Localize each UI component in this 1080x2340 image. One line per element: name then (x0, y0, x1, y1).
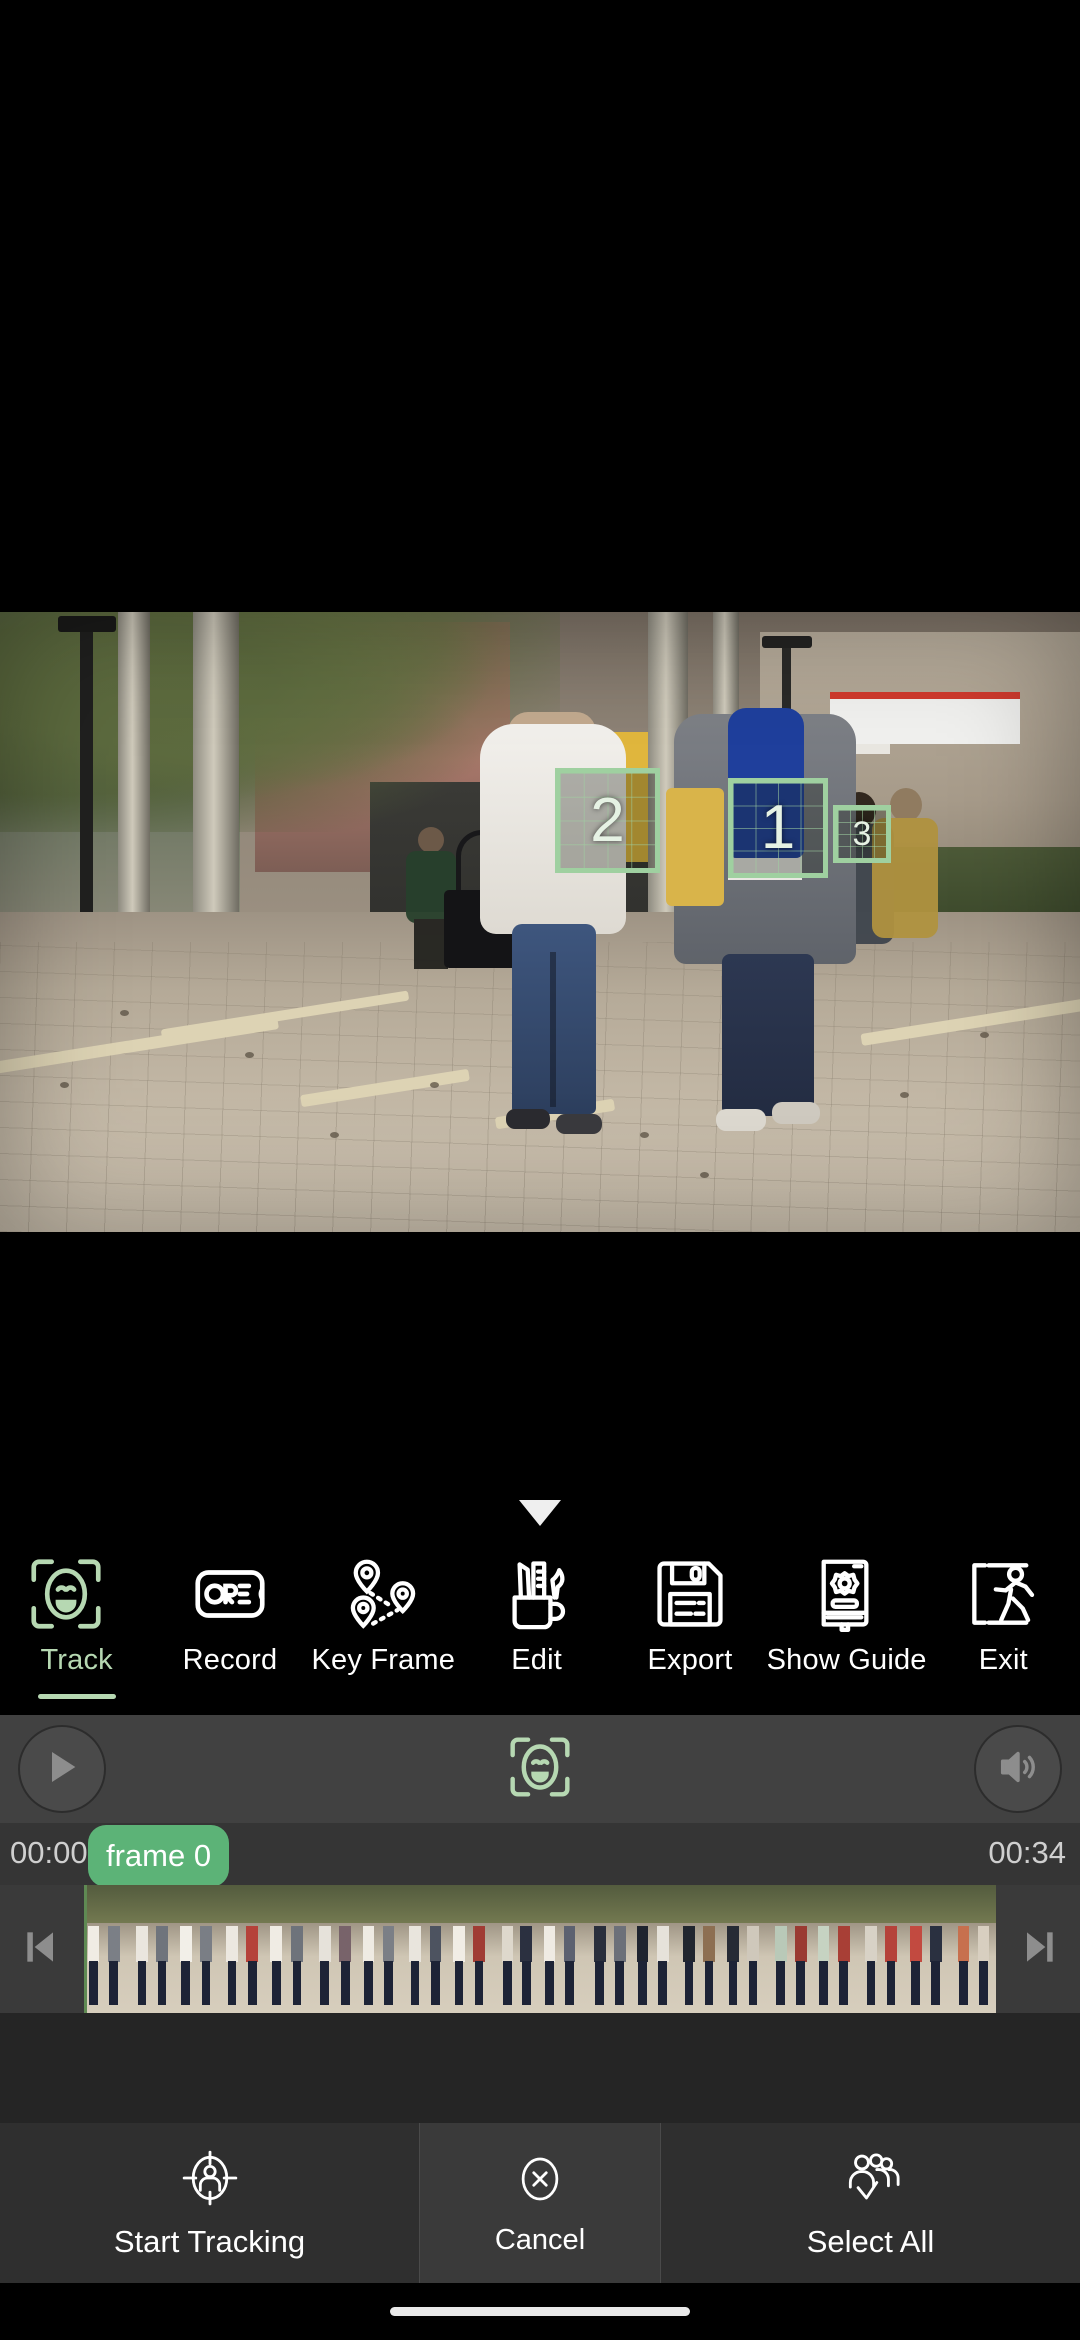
frame-badge[interactable]: frame 0 (88, 1825, 230, 1887)
timeline-time-row: 00:00 frame 0 00:34 (0, 1823, 1080, 1887)
tool-record[interactable]: Record (153, 1540, 306, 1715)
face-box-label: 3 (852, 815, 872, 853)
tool-label: Edit (511, 1644, 563, 1676)
tool-key-frame[interactable]: Key Frame (307, 1540, 460, 1715)
face-box-1[interactable]: 1 (728, 778, 828, 878)
start-time-label: 00:00 (10, 1835, 88, 1870)
tool-label: Key Frame (311, 1644, 456, 1676)
filmstrip-row (0, 1885, 1080, 2013)
skip-next-button[interactable] (996, 1885, 1080, 2013)
skip-previous-icon (20, 1925, 64, 1974)
playback-bar (0, 1715, 1080, 1823)
system-navigation-bar (0, 2283, 1080, 2340)
caret-down-icon[interactable] (519, 1500, 561, 1526)
tool-show-guide[interactable]: Show Guide (767, 1540, 927, 1715)
tool-edit[interactable]: Edit (460, 1540, 613, 1715)
face-scan-icon (23, 1548, 109, 1640)
tool-label: Record (182, 1644, 278, 1676)
scene-vignette (0, 612, 1080, 1232)
timeline-panel: 00:00 frame 0 00:34 (0, 1823, 1080, 2175)
face-scan-icon (499, 1726, 581, 1813)
group-check-icon (839, 2147, 903, 2214)
tool-label: Track (40, 1644, 113, 1676)
close-circle-icon (510, 2149, 570, 2214)
tool-label: Show Guide (766, 1644, 927, 1676)
feature-toolbar: Track Record Key Frame Edit Export Show … (0, 1540, 1080, 1715)
floppy-disk-icon (647, 1548, 733, 1640)
app-root: 2 1 3 Track Record Key Frame Edit Export… (0, 0, 1080, 2340)
volume-on-icon (995, 1744, 1041, 1795)
face-box-3[interactable]: 3 (833, 805, 891, 863)
timeline-track-area (0, 2013, 1080, 2123)
tool-label: Exit (978, 1644, 1028, 1676)
skip-previous-button[interactable] (0, 1885, 84, 2013)
play-button[interactable] (18, 1725, 106, 1813)
action-label: Cancel (494, 2224, 586, 2256)
action-label: Select All (806, 2223, 935, 2259)
skip-next-icon (1016, 1925, 1060, 1974)
pencil-cup-icon (494, 1548, 580, 1640)
end-time-label: 00:34 (988, 1835, 1066, 1870)
tool-exit[interactable]: Exit (927, 1540, 1080, 1715)
map-pins-path-icon (340, 1548, 426, 1640)
tool-export[interactable]: Export (613, 1540, 766, 1715)
start-tracking-button[interactable]: Start Tracking (0, 2123, 419, 2283)
volume-button[interactable] (974, 1725, 1062, 1813)
face-box-label: 2 (590, 785, 625, 855)
target-person-icon (179, 2147, 241, 2214)
filmstrip[interactable] (84, 1885, 996, 2013)
guide-book-icon (804, 1548, 890, 1640)
tool-label: Export (647, 1644, 733, 1676)
rec-box-icon (187, 1548, 273, 1640)
action-bar: Start Tracking Cancel Select All (0, 2123, 1080, 2283)
face-detect-button[interactable] (499, 1726, 581, 1813)
face-box-label: 1 (760, 793, 796, 862)
action-label: Start Tracking (113, 2223, 306, 2259)
tool-track[interactable]: Track (0, 1540, 153, 1715)
play-icon (42, 1745, 82, 1794)
video-preview[interactable] (0, 612, 1080, 1232)
home-indicator[interactable] (390, 2307, 690, 2316)
cancel-button[interactable]: Cancel (419, 2123, 661, 2283)
active-indicator (37, 1694, 116, 1699)
exit-door-icon (960, 1548, 1046, 1640)
face-box-2[interactable]: 2 (555, 768, 660, 873)
select-all-button[interactable]: Select All (661, 2123, 1080, 2283)
preview-stage: 2 1 3 (0, 0, 1080, 1490)
